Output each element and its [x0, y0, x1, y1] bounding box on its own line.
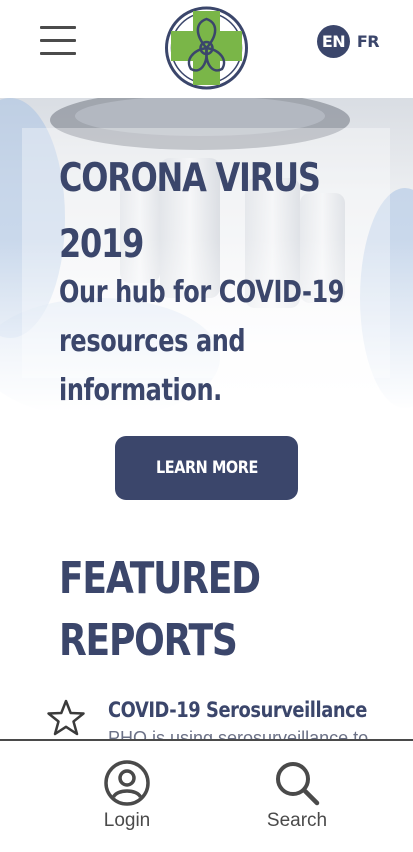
- hero-title: CORONA VIRUS 2019: [59, 146, 321, 278]
- learn-more-label: LEARN MORE: [155, 458, 258, 478]
- nav-search-button[interactable]: Search: [250, 759, 340, 839]
- report-title[interactable]: COVID-19 Serosurveillance: [108, 698, 367, 722]
- app-header: EN FR: [0, 0, 413, 98]
- nav-search-label: Search: [266, 810, 328, 831]
- hero-subtitle-line: resources and: [59, 324, 246, 359]
- featured-heading-line: FEATURED: [59, 553, 261, 604]
- menu-line: [40, 26, 76, 29]
- bottom-navigation-bar: Login Search: [0, 739, 413, 852]
- hero-title-line: CORONA VIRUS: [59, 156, 321, 201]
- learn-more-button[interactable]: LEARN MORE: [115, 436, 298, 500]
- hamburger-menu-icon[interactable]: [40, 26, 76, 56]
- hero-subtitle: Our hub for COVID-19 resources and infor…: [59, 268, 347, 415]
- featured-reports-heading: FEATURED REPORTS: [59, 548, 261, 672]
- hero-subtitle-line: Our hub for COVID-19: [59, 275, 345, 310]
- featured-report-item[interactable]: COVID-19 Serosurveillance PHO is using s…: [40, 690, 413, 740]
- cross-emblem-logo[interactable]: [165, 5, 248, 91]
- nav-login-label: Login: [103, 810, 151, 831]
- language-en-button[interactable]: EN: [317, 25, 350, 58]
- hero-subtitle-line: information.: [59, 373, 222, 408]
- user-icon: [104, 760, 150, 806]
- menu-line: [40, 52, 76, 55]
- language-fr-button[interactable]: FR: [356, 25, 380, 58]
- nav-login-button[interactable]: Login: [80, 759, 170, 839]
- search-icon: [276, 762, 320, 806]
- featured-heading-line: REPORTS: [59, 615, 238, 666]
- menu-line: [40, 39, 76, 42]
- star-icon[interactable]: [46, 698, 86, 738]
